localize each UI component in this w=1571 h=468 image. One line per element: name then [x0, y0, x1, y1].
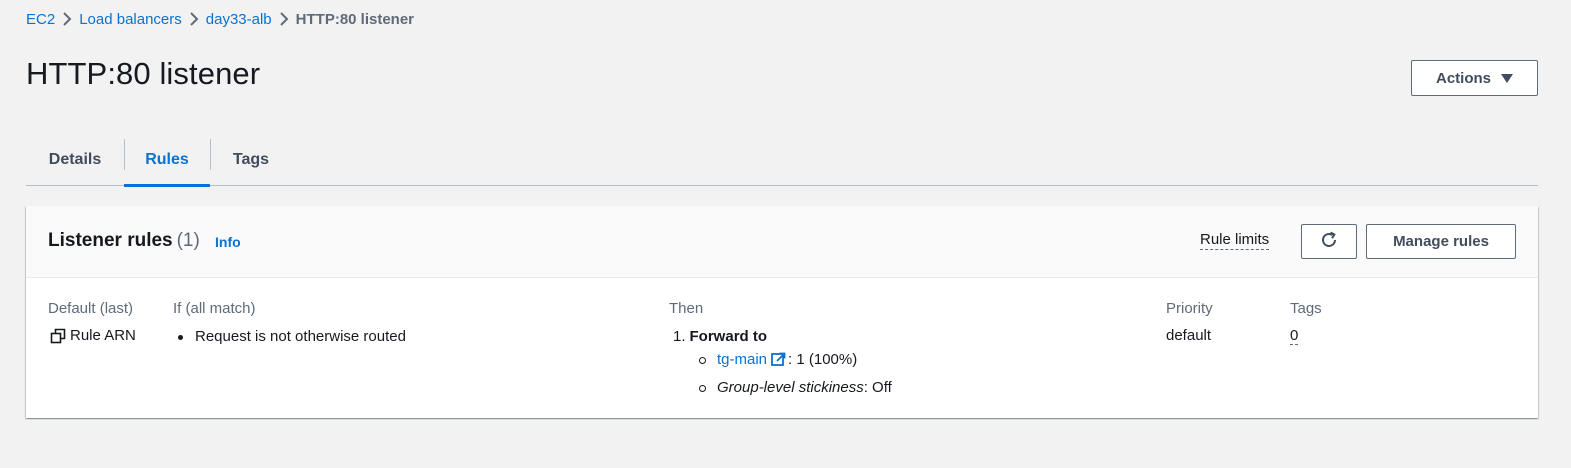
rule-limits-link[interactable]: Rule limits	[1200, 231, 1270, 250]
tab-rules[interactable]: Rules	[124, 133, 210, 187]
page-title: HTTP:80 listener	[26, 56, 261, 91]
tab-tags[interactable]: Tags	[210, 133, 292, 186]
breadcrumb-alb[interactable]: day33-alb	[206, 11, 272, 28]
target-group-item: tg-main : 1 (100%)	[695, 350, 892, 373]
action-item: 1. Forward to	[673, 327, 892, 347]
tab-bar: Details Rules Tags	[26, 133, 1538, 187]
copy-icon[interactable]	[50, 328, 66, 344]
breadcrumb-current: HTTP:80 listener	[295, 11, 415, 28]
panel-title: Listener rules (1)	[48, 230, 200, 252]
actions-button[interactable]: Actions	[1411, 60, 1538, 96]
action-title: Forward to	[689, 328, 768, 345]
breadcrumb: EC2 Load balancers day33-alb HTTP:80 lis…	[26, 11, 414, 28]
tags-count-link[interactable]: 0	[1290, 327, 1299, 345]
caret-down-icon	[1501, 73, 1513, 83]
info-link[interactable]: Info	[215, 234, 241, 250]
rule-arn-copy[interactable]: Rule ARN	[50, 327, 136, 344]
rule-count: (1)	[176, 230, 200, 251]
tab-details[interactable]: Details	[26, 133, 124, 186]
panel-header: Listener rules (1) Info Rule limits Manag…	[26, 206, 1538, 278]
column-priority: Priority	[1166, 300, 1213, 317]
action-number: 1.	[673, 328, 686, 345]
tags-count: 0	[1290, 327, 1299, 345]
target-weight: : 1 (100%)	[788, 351, 858, 368]
listener-rules-panel: Listener rules (1) Info Rule limits Manag…	[26, 206, 1538, 418]
chevron-right-icon	[272, 11, 296, 28]
external-link-icon[interactable]	[771, 352, 786, 373]
refresh-icon	[1320, 231, 1338, 252]
stickiness-item: Group-level stickiness: Off	[695, 378, 892, 398]
chevron-right-icon	[55, 11, 79, 28]
breadcrumb-ec2[interactable]: EC2	[26, 11, 55, 28]
condition-list: Request is not otherwise routed	[173, 327, 406, 347]
action-details: tg-main : 1 (100%) Group-level stickiness…	[695, 350, 892, 398]
priority-value: default	[1166, 327, 1212, 344]
breadcrumb-load-balancers[interactable]: Load balancers	[79, 11, 182, 28]
panel-title-text: Listener rules	[48, 230, 173, 251]
column-tags: Tags	[1290, 300, 1322, 317]
stickiness-label: Group-level stickiness	[717, 379, 864, 396]
column-default: Default (last)	[48, 300, 134, 317]
refresh-button[interactable]	[1301, 224, 1357, 259]
action-list: 1. Forward to tg-main : 1 (100%) Group-lev…	[673, 327, 892, 403]
column-condition: If (all match)	[173, 300, 256, 317]
chevron-right-icon	[182, 11, 206, 28]
column-then: Then	[669, 300, 704, 317]
rule-arn-label: Rule ARN	[70, 327, 136, 344]
stickiness-value: : Off	[863, 379, 892, 396]
target-group-link[interactable]: tg-main	[717, 351, 767, 368]
actions-button-label: Actions	[1435, 69, 1491, 87]
manage-rules-button[interactable]: Manage rules	[1366, 224, 1516, 259]
condition-item: Request is not otherwise routed	[173, 327, 406, 347]
